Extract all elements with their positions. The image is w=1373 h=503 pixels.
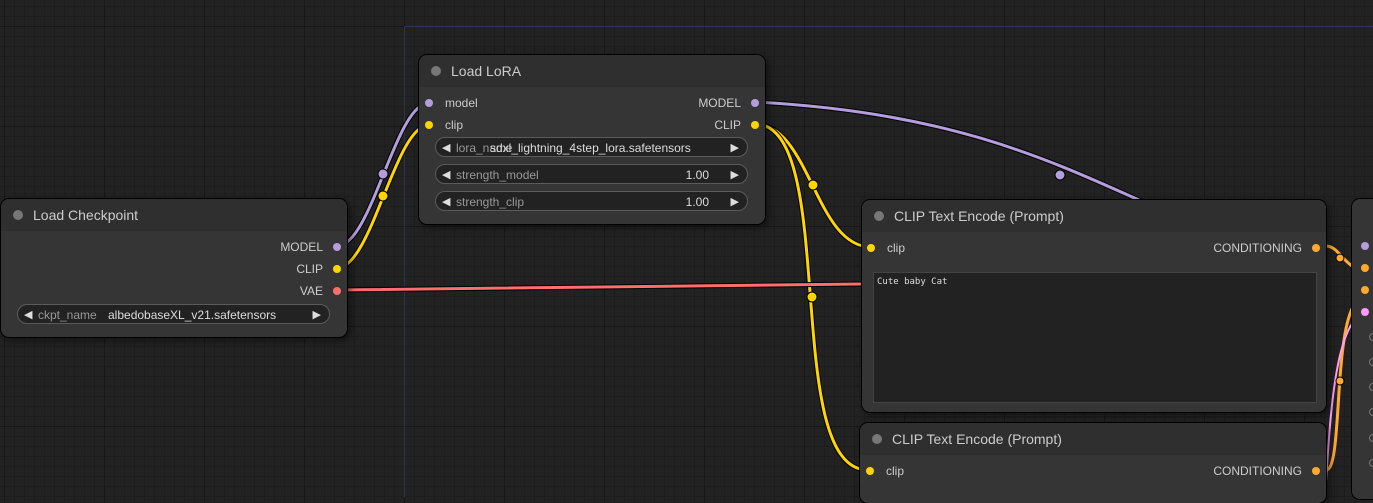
node-title[interactable]: Load LoRA [419,55,765,87]
port-dot-icon[interactable] [1361,308,1369,316]
port-dot-icon[interactable] [866,467,874,475]
node-clip-text-encode-negative[interactable]: CLIP Text Encode (Prompt) clip CONDITION… [860,423,1326,503]
link-clip-checkpoint-to-lora [334,122,432,271]
port-dot-icon[interactable] [1361,242,1369,250]
link-vae [334,281,865,293]
output-conditioning[interactable]: CONDITIONING [1213,464,1320,478]
port-dot-icon[interactable] [1312,467,1320,475]
widget-arrow-icon[interactable] [1369,459,1373,467]
input-clip[interactable]: clip [866,464,904,478]
widget-arrow-icon[interactable] [1369,358,1373,366]
port-dot-icon[interactable] [425,99,433,107]
node-load-checkpoint[interactable]: Load Checkpoint MODEL CLIP VAE ◀ ckpt_na… [1,199,347,337]
widget-arrow-icon[interactable] [1369,408,1373,416]
collapse-dot-icon[interactable] [874,211,884,221]
port-dot-icon[interactable] [1361,286,1369,294]
node-load-lora[interactable]: Load LoRA model clip MODEL CLIP ◀ lora_n… [419,55,765,224]
widget-arrow-icon[interactable] [1369,434,1373,442]
port-dot-icon[interactable] [333,265,341,273]
node-ksampler-partial[interactable] [1352,199,1373,499]
collapse-dot-icon[interactable] [13,210,23,220]
arrow-right-icon[interactable]: ▶ [313,305,321,325]
arrow-left-icon[interactable]: ◀ [442,192,450,212]
port-dot-icon[interactable] [425,121,433,129]
arrow-left-icon[interactable]: ◀ [442,165,450,185]
output-conditioning[interactable]: CONDITIONING [1213,241,1320,255]
collapse-dot-icon[interactable] [872,434,882,444]
arrow-right-icon[interactable]: ▶ [731,192,739,212]
output-clip[interactable]: CLIP [714,118,759,132]
arrow-left-icon[interactable]: ◀ [442,138,450,158]
link-clip-lora-to-encode2 [752,121,871,473]
node-clip-text-encode-positive[interactable]: CLIP Text Encode (Prompt) clip CONDITION… [862,200,1326,412]
output-model[interactable]: MODEL [698,96,759,110]
output-model[interactable]: MODEL [280,240,341,254]
input-model[interactable]: model [425,96,478,110]
lora-name-combo[interactable]: ◀ lora_name sdxl_lightning_4step_lora.sa… [435,137,748,157]
input-clip[interactable]: clip [425,118,463,132]
node-graph-canvas[interactable]: Load LoRA model clip MODEL CLIP ◀ lora_n… [0,0,1373,503]
collapse-dot-icon[interactable] [431,66,441,76]
port-dot-icon[interactable] [333,287,341,295]
output-clip[interactable]: CLIP [296,262,341,276]
node-title[interactable]: Load Checkpoint [1,199,347,231]
port-dot-icon[interactable] [751,121,759,129]
widget-arrow-icon[interactable] [1369,383,1373,391]
arrow-right-icon[interactable]: ▶ [731,138,739,158]
input-clip[interactable]: clip [867,241,905,255]
port-dot-icon[interactable] [1312,244,1320,252]
arrow-right-icon[interactable]: ▶ [731,165,739,185]
node-title[interactable]: CLIP Text Encode (Prompt) [862,200,1326,232]
port-dot-icon[interactable] [333,243,341,251]
prompt-textarea[interactable]: Cute baby Cat [873,272,1317,403]
port-dot-icon[interactable] [1361,264,1369,272]
port-dot-icon[interactable] [751,99,759,107]
ckpt-name-combo[interactable]: ◀ ckpt_name albedobaseXL_v21.safetensors… [17,304,330,324]
link-model-checkpoint-to-lora [334,100,432,249]
strength-model-slider[interactable]: ◀ strength_model 1.00 ▶ [435,164,748,184]
port-dot-icon[interactable] [867,244,875,252]
link-clip-lora-to-encode1 [752,121,874,250]
strength-clip-slider[interactable]: ◀ strength_clip 1.00 ▶ [435,191,748,211]
widget-arrow-icon[interactable] [1369,333,1373,341]
arrow-left-icon[interactable]: ◀ [24,305,32,325]
node-title[interactable]: CLIP Text Encode (Prompt) [860,423,1326,455]
output-vae[interactable]: VAE [300,284,341,298]
link-model-lora-to-sampler [752,99,1153,208]
